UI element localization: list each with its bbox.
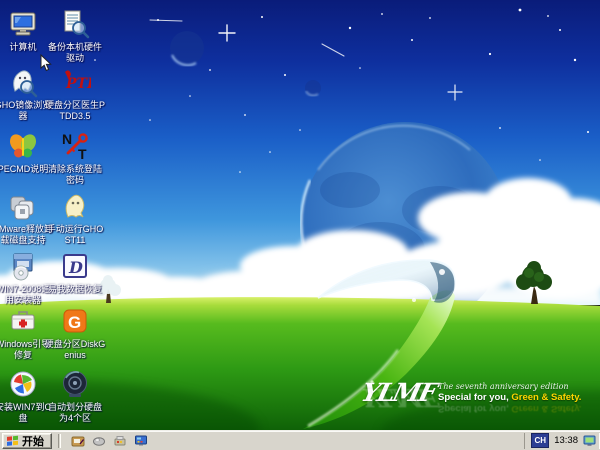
svg-text:PTD: PTD — [65, 76, 91, 92]
ghost-magnifier-icon — [7, 66, 39, 98]
quick-launch-bar — [71, 434, 148, 448]
paint-tool-icon[interactable] — [113, 434, 127, 448]
svg-text:N: N — [62, 131, 72, 147]
computer-icon — [7, 8, 39, 40]
svg-text:D: D — [68, 258, 83, 277]
nt-key-icon: N T — [59, 130, 91, 162]
taskbar-divider — [58, 434, 61, 448]
system-tray: CH 13:38 — [524, 433, 600, 449]
icon-label: 清除系统登陆密码 — [44, 164, 106, 186]
icon-label: 备份本机硬件驱动 — [44, 42, 106, 64]
start-label: 开始 — [22, 433, 44, 449]
letter-d-icon: D — [59, 250, 91, 282]
mouse-icon[interactable] — [92, 434, 106, 448]
taskbar: 开始 CH 13:38 — [0, 430, 600, 450]
desktop-icon-backup-drivers[interactable]: 备份本机硬件驱动 — [44, 8, 106, 64]
windows-orb-icon — [7, 368, 39, 400]
display-settings-icon[interactable] — [134, 434, 148, 448]
ylmf-logo: YLMF The seventh anniversary edition Spe… — [362, 378, 577, 424]
show-desktop-icon[interactable] — [71, 434, 85, 448]
ptdd-logo-icon: PTD — [59, 66, 91, 98]
logo-tagline-main: Special for you, Green & Safety. — [438, 392, 583, 403]
logo-tagline-highlight: Green & Safety. — [511, 392, 581, 403]
desktop-icon-diskgenius[interactable]: G 硬盘分区DiskGenius — [44, 305, 106, 361]
desktop-icon-run-ghost11[interactable]: 手动运行GHOST11 — [44, 190, 106, 246]
desktop-icon-partition-doctor[interactable]: PTD 硬盘分区医生PTDD3.5 — [44, 66, 106, 122]
tray-display-icon[interactable] — [583, 434, 596, 447]
icon-label: 手动运行GHOST11 — [44, 224, 106, 246]
vmware-squares-icon — [7, 190, 39, 222]
document-magnifier-icon — [59, 8, 91, 40]
hard-disk-icon — [59, 368, 91, 400]
desktop: YLMF The seventh anniversary edition Spe… — [0, 0, 600, 430]
start-button[interactable]: 开始 — [2, 433, 52, 449]
icon-label: 硬盘分区医生PTDD3.5 — [44, 100, 106, 122]
desktop-icon-auto-partition[interactable]: 自动划分硬盘为4个区 — [44, 368, 106, 424]
windows-flag-icon — [6, 435, 19, 447]
software-box-cd-icon — [7, 250, 39, 282]
diskgenius-g-icon: G — [59, 305, 91, 337]
taskbar-clock[interactable]: 13:38 — [554, 435, 578, 446]
desktop-icon-clear-password[interactable]: N T 清除系统登陆密码 — [44, 130, 106, 186]
butterfly-icon — [7, 130, 39, 162]
desktop-icon-data-recovery[interactable]: D 易我数据恢复 — [44, 250, 106, 295]
svg-text:T: T — [78, 146, 87, 162]
icon-label: 易我数据恢复 — [44, 284, 106, 295]
first-aid-kit-icon — [7, 305, 39, 337]
icon-label: 硬盘分区DiskGenius — [44, 339, 106, 361]
logo-tagline-script: The seventh anniversary edition — [438, 382, 578, 391]
svg-text:G: G — [68, 313, 81, 332]
icon-label: 自动划分硬盘为4个区 — [44, 402, 106, 424]
input-method-indicator[interactable]: CH — [531, 433, 549, 448]
ghost-icon — [59, 190, 91, 222]
